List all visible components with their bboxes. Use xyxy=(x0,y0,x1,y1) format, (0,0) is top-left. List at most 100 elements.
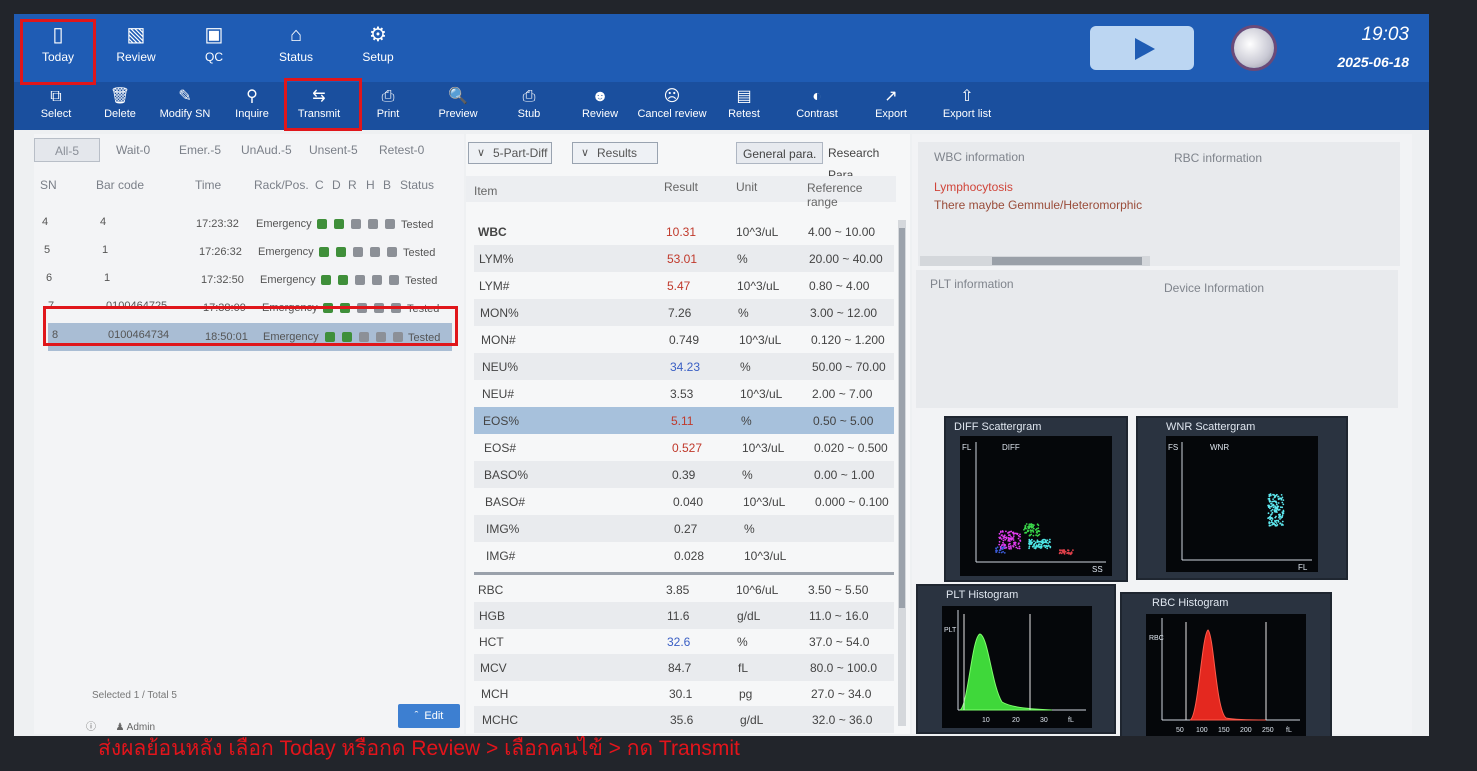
scrollbar-thumb[interactable] xyxy=(899,228,905,608)
col-h: H xyxy=(366,178,375,192)
nav-setup[interactable]: ⚙ Setup xyxy=(340,20,416,80)
wbc-info-scrollbar[interactable] xyxy=(920,256,1150,266)
scatter-point xyxy=(1005,537,1008,540)
tool-stub-button[interactable]: ⎙ Stub xyxy=(488,86,570,128)
status-indicator[interactable] xyxy=(1234,28,1274,68)
scatter-point xyxy=(998,537,1001,539)
row-sn: 5 xyxy=(44,244,51,256)
result-item: NEU% xyxy=(482,360,519,374)
result-row[interactable]: IMG# 0.028 10^3/uL xyxy=(474,542,894,569)
scatter-point xyxy=(1031,529,1034,532)
filter-retest[interactable]: Retest-0 xyxy=(379,138,424,162)
scatter-point xyxy=(1270,502,1272,505)
edit-button[interactable]: ˆ Edit xyxy=(398,704,460,728)
result-value: 0.27 xyxy=(674,522,698,536)
scatter-point xyxy=(1028,538,1031,541)
scatter-point xyxy=(1043,544,1046,547)
tab-general-para[interactable]: General para. xyxy=(736,142,824,164)
filter-emergency[interactable]: Emer.-5 xyxy=(179,138,221,162)
result-row[interactable]: NEU% 34.23% 50.00 ~ 70.00 xyxy=(474,353,894,380)
result-row[interactable]: BASO% 0.39% 0.00 ~ 1.00 xyxy=(474,461,894,488)
table-row[interactable]: 4 4 17:23:32 Emergency Tested xyxy=(34,210,464,238)
scatter-point xyxy=(1036,540,1039,543)
tool-preview-button[interactable]: 🔍 Preview xyxy=(417,86,499,128)
scatter-point xyxy=(1046,539,1049,542)
tool-export-label: Export xyxy=(875,108,907,120)
table-row[interactable]: 6 1 17:32:50 Emergency Tested xyxy=(34,266,464,294)
tool-review-button[interactable]: ☻ Review xyxy=(559,86,641,128)
scatter-point xyxy=(998,540,1001,543)
tool-retest-button[interactable]: ▤ Retest xyxy=(703,86,785,128)
tool-export-list-button[interactable]: ⇧ Export list xyxy=(926,86,1008,128)
tool-review-label: Review xyxy=(581,108,619,120)
scatter-point xyxy=(1013,533,1015,535)
scatter-point xyxy=(1017,547,1019,550)
result-row[interactable]: RBC 3.85 10^6/uL 3.50 ~ 5.50 xyxy=(474,576,894,603)
action-toolbar: ⧉ Select 🗑 Delete ✎ Modify SN ⚲ Inquire ⇆ Tra… xyxy=(14,82,1429,130)
col-sn: SN xyxy=(40,178,57,192)
result-row[interactable]: IMG% 0.27% xyxy=(474,515,894,542)
start-run-button[interactable] xyxy=(1090,26,1194,70)
result-row[interactable]: MCH 30.1 pg 27.0 ~ 34.0 xyxy=(474,680,894,707)
result-row[interactable]: MON% 7.26% 3.00 ~ 12.00 xyxy=(474,299,894,326)
filter-all[interactable]: All-5 xyxy=(34,138,101,162)
scatter-point xyxy=(1040,541,1043,544)
sample-list-panel: All-5 Wait-0 Emer.-5 UnAud.-5 Unsent-5 R… xyxy=(34,134,464,734)
results-scrollbar[interactable] xyxy=(898,220,906,726)
tool-select-label: Select xyxy=(40,108,72,120)
filter-wait[interactable]: Wait-0 xyxy=(116,138,150,162)
result-row[interactable]: HGB 11.6 g/dL 11.0 ~ 16.0 xyxy=(474,602,894,629)
rbc-y-label: RBC xyxy=(1149,635,1164,642)
mode-dropdown[interactable]: ∨ 5-Part-Diff xyxy=(468,142,552,164)
instruction-caption: ส่งผลย้อนหลัง เลือก Today หรือกด Review … xyxy=(98,737,740,760)
tool-cancel-review-button[interactable]: ☹ Cancel review xyxy=(631,86,713,128)
scatter-point xyxy=(1047,542,1049,545)
result-value: 53.01 xyxy=(667,252,698,266)
scatter-point xyxy=(1030,531,1032,533)
scatter-point xyxy=(1275,507,1277,510)
scatter-point xyxy=(1070,552,1073,554)
scatter-point xyxy=(1002,550,1004,553)
filter-unaudited[interactable]: UnAud.-5 xyxy=(241,138,292,162)
scatter-point xyxy=(1270,510,1273,512)
result-row[interactable]: HCT 32.6% 37.0 ~ 54.0 xyxy=(474,628,894,655)
result-item: WBC xyxy=(478,225,507,239)
nav-status[interactable]: ⌂ Status xyxy=(258,20,334,80)
scatter-point xyxy=(1036,535,1039,537)
tab-research-para[interactable]: Research Para. xyxy=(822,142,910,182)
tool-export-button[interactable]: ↗ Export xyxy=(850,86,932,128)
tool-cancel-review-label: Cancel review xyxy=(637,108,707,120)
scatter-point xyxy=(1270,516,1273,519)
result-row[interactable]: LYM% 53.01% 20.00 ~ 40.00 xyxy=(474,245,894,272)
info-panel: WBC information RBC information Lymphocy… xyxy=(912,134,1412,736)
result-row[interactable]: MON# 0.749 10^3/uL 0.120 ~ 1.200 xyxy=(474,326,894,353)
scrollbar-thumb[interactable] xyxy=(992,257,1142,265)
result-row[interactable]: NEU# 3.53 10^3/uL 2.00 ~ 7.00 xyxy=(474,380,894,407)
scatter-point xyxy=(1000,546,1003,548)
result-row[interactable]: EOS% 5.11% 0.50 ~ 5.00 xyxy=(474,407,894,434)
filter-unsent[interactable]: Unsent-5 xyxy=(309,138,358,162)
result-row[interactable]: EOS# 0.527 10^3/uL 0.020 ~ 0.500 xyxy=(474,434,894,461)
tool-contrast-button[interactable]: ◐ Contrast xyxy=(776,86,858,128)
row-status: Tested xyxy=(403,247,436,259)
table-row[interactable]: 5 1 17:26:32 Emergency Tested xyxy=(34,238,464,266)
tool-delete-label: Delete xyxy=(104,108,136,120)
result-row[interactable]: MCV 84.7 fL 80.0 ~ 100.0 xyxy=(474,654,894,681)
result-row[interactable]: LYM# 5.47 10^3/uL 0.80 ~ 4.00 xyxy=(474,272,894,299)
nav-qc[interactable]: ▣ QC xyxy=(176,20,252,80)
result-item: HCT xyxy=(479,635,504,649)
result-row[interactable]: WBC 10.31 10^3/uL 4.00 ~ 10.00 xyxy=(474,218,894,245)
scatter-point xyxy=(1003,552,1006,554)
result-item: IMG% xyxy=(486,522,520,536)
nav-review[interactable]: ▧ Review xyxy=(98,20,174,80)
result-range: 0.020 ~ 0.500 xyxy=(814,441,888,455)
wbc-info-title: WBC information xyxy=(934,150,1025,164)
result-unit: g/dL xyxy=(737,609,761,623)
result-row[interactable]: MCHC 35.6 g/dL 32.0 ~ 36.0 xyxy=(474,706,894,733)
scatter-point xyxy=(1282,499,1285,501)
view-dropdown[interactable]: ∨ Results xyxy=(572,142,658,164)
result-value: 7.26 xyxy=(668,306,692,320)
scatter-point xyxy=(1269,518,1271,521)
user-indicator: ⓘ ♟ Admin xyxy=(86,718,155,733)
result-row[interactable]: BASO# 0.040 10^3/uL 0.000 ~ 0.100 xyxy=(474,488,894,515)
